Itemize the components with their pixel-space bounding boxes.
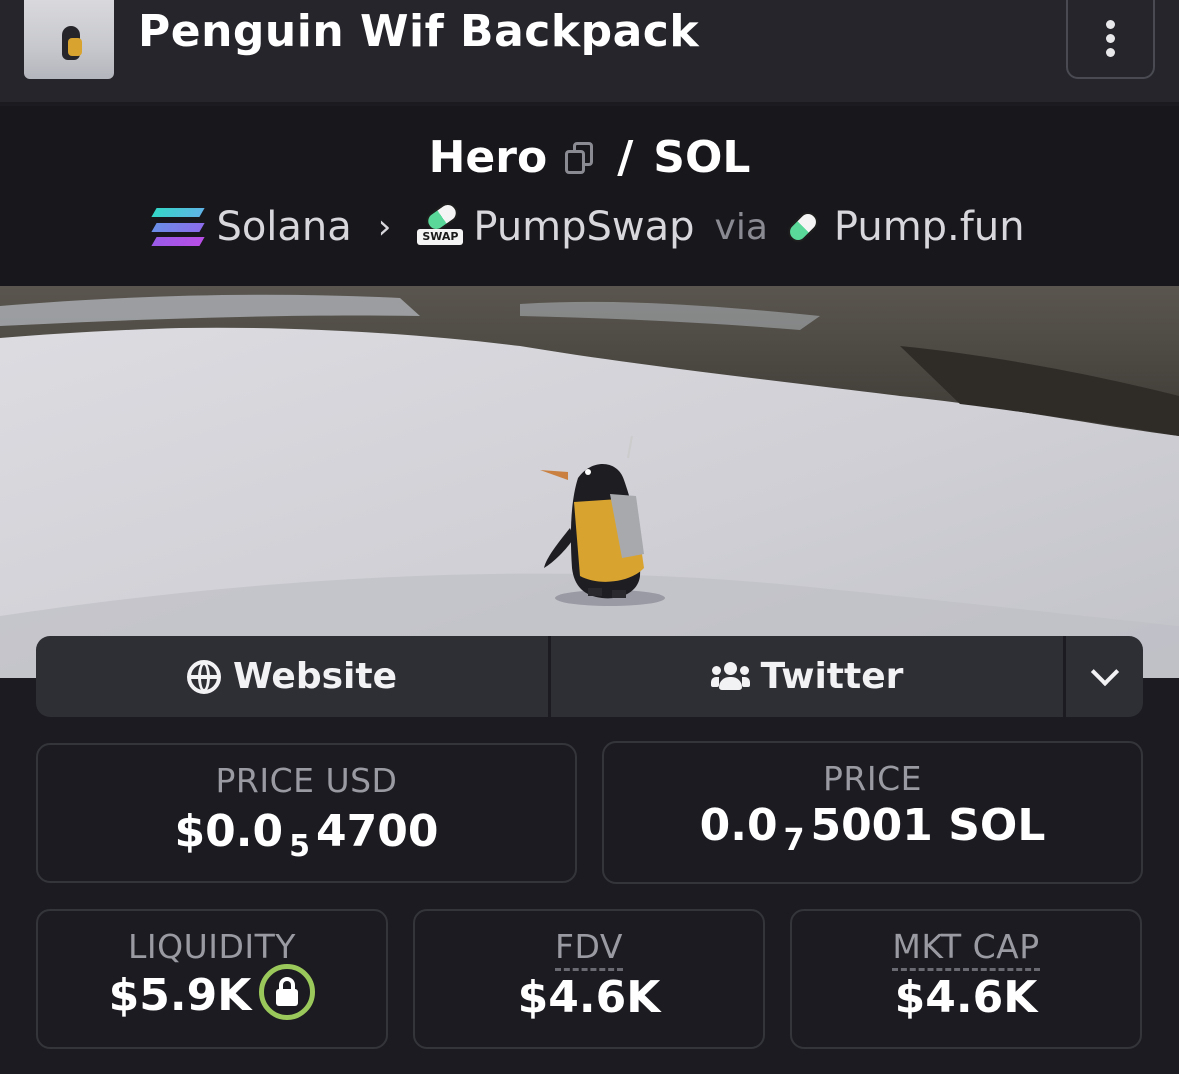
- quote-token-symbol: SOL: [653, 132, 751, 183]
- pair-name: Hero / SOL: [0, 132, 1179, 183]
- pumpfun-icon: [783, 207, 823, 247]
- token-avatar: [24, 0, 114, 79]
- solana-icon: [151, 208, 206, 246]
- dex-link[interactable]: PumpSwap: [473, 204, 694, 250]
- price-usd-value: $0.0 5 4700: [174, 806, 439, 864]
- globe-icon: [186, 659, 221, 694]
- users-icon: [710, 661, 750, 692]
- pair-separator: /: [617, 132, 634, 183]
- website-button[interactable]: Website: [36, 636, 551, 717]
- more-vertical-icon: [1106, 20, 1115, 57]
- market-cap-label[interactable]: MKT CAP: [892, 927, 1040, 971]
- liquidity-value-row: $5.9K: [38, 964, 386, 1026]
- more-menu-button[interactable]: [1066, 0, 1155, 79]
- price-native-label: PRICE: [823, 759, 922, 798]
- market-cap-card: MKT CAP $4.6K: [790, 909, 1142, 1049]
- pair-info: Hero / SOL Solana › SWAP PumpSwap via Pu…: [0, 106, 1179, 286]
- base-token-symbol: Hero: [428, 132, 548, 183]
- price-usd-zero-count: 5: [289, 829, 310, 864]
- market-cap-value: $4.6K: [894, 972, 1038, 1023]
- via-label: via: [714, 206, 768, 248]
- more-links-button[interactable]: [1066, 636, 1143, 717]
- fdv-label[interactable]: FDV: [555, 927, 623, 971]
- price-usd-label: PRICE USD: [215, 761, 398, 800]
- chevron-down-icon: [1090, 657, 1119, 686]
- chain-link[interactable]: Solana: [216, 204, 351, 250]
- copy-icon[interactable]: [563, 140, 597, 176]
- token-header: Penguin Wif Backpack: [0, 0, 1179, 104]
- price-native-zero-count: 7: [783, 823, 805, 858]
- fdv-card: FDV $4.6K: [413, 909, 765, 1049]
- price-native-card: PRICE 0.0 7 5001 SOL: [602, 741, 1143, 884]
- social-links-bar: Website Twitter: [36, 636, 1143, 717]
- token-title: Penguin Wif Backpack: [138, 6, 700, 57]
- fdv-value: $4.6K: [517, 972, 661, 1023]
- chevron-right-icon: ›: [377, 207, 392, 247]
- chain-breadcrumb: Solana › SWAP PumpSwap via Pump.fun: [0, 199, 1179, 250]
- price-native-value: 0.0 7 5001 SOL: [699, 800, 1046, 858]
- pumpswap-icon: SWAP: [417, 199, 464, 249]
- liquidity-value: $5.9K: [108, 970, 252, 1021]
- price-usd-card: PRICE USD $0.0 5 4700: [36, 743, 577, 883]
- twitter-label: Twitter: [760, 656, 904, 697]
- token-banner-image: [0, 286, 1179, 678]
- twitter-button[interactable]: Twitter: [551, 636, 1066, 717]
- website-label: Website: [232, 656, 397, 697]
- lock-icon[interactable]: [259, 964, 316, 1020]
- launchpad-link[interactable]: Pump.fun: [834, 204, 1025, 250]
- liquidity-label: LIQUIDITY: [128, 927, 296, 966]
- liquidity-card: LIQUIDITY $5.9K: [36, 909, 388, 1049]
